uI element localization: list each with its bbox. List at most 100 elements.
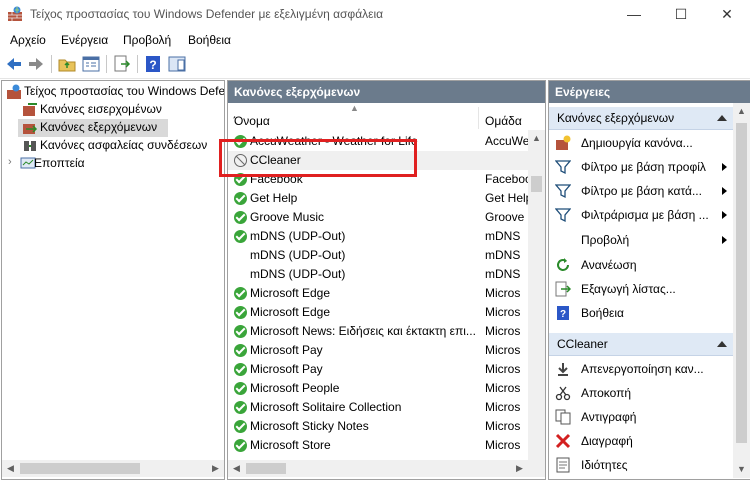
action-label: Αντιγραφή xyxy=(581,410,637,424)
toolbar: ? xyxy=(0,50,750,79)
help-icon[interactable]: ? xyxy=(143,54,163,74)
menu-action[interactable]: Ενέργεια xyxy=(61,33,108,47)
menu-view[interactable]: Προβολή xyxy=(123,33,171,47)
section-header-ccleaner[interactable]: CCleaner xyxy=(549,333,733,356)
help-icon: ? xyxy=(557,306,569,320)
action-filter-group[interactable]: Φιλτράρισμα με βάση ... xyxy=(549,203,733,227)
table-row[interactable]: mDNS (UDP-Out) mDNS xyxy=(228,246,528,265)
action-view[interactable]: Προβολή xyxy=(549,228,733,252)
action-label: Φίλτρο με βάση προφίλ xyxy=(581,160,706,174)
close-button[interactable]: ✕ xyxy=(704,0,750,28)
column-header-group[interactable]: Ομάδα xyxy=(479,107,529,129)
scroll-right-arrow-icon[interactable]: ▶ xyxy=(511,460,528,477)
svg-text:?: ? xyxy=(149,58,156,72)
show-hide-tree-icon[interactable] xyxy=(81,54,101,74)
scroll-left-arrow-icon[interactable]: ◀ xyxy=(228,460,245,477)
column-header-name[interactable]: Όνομα xyxy=(228,107,479,129)
rules-horizontal-scrollbar[interactable]: ◀ ▶ xyxy=(228,460,545,477)
collapse-caret-icon[interactable] xyxy=(717,115,727,121)
toolbar-separator xyxy=(106,55,107,73)
submenu-arrow-icon xyxy=(722,187,727,195)
scrollbar-thumb[interactable] xyxy=(531,176,542,192)
scroll-left-arrow-icon[interactable]: ◀ xyxy=(2,460,19,477)
rules-pane-title: Κανόνες εξερχόμενων xyxy=(234,85,361,99)
action-refresh[interactable]: Ανανέωση xyxy=(549,253,733,277)
rule-group: Micros xyxy=(485,343,521,357)
menu-help[interactable]: Βοήθεια xyxy=(188,33,231,47)
rule-name: Microsoft News: Ειδήσεις και έκτακτη επι… xyxy=(250,324,476,338)
maximize-button[interactable]: ☐ xyxy=(658,0,704,28)
action-label: Φίλτρο με βάση κατά... xyxy=(581,184,702,198)
rule-group: Get Help xyxy=(485,191,530,205)
table-row[interactable]: Groove Music Groove xyxy=(228,208,528,227)
table-row[interactable]: Microsoft Edge Micros xyxy=(228,303,528,322)
rules-vertical-scrollbar[interactable]: ▲ xyxy=(528,130,545,460)
copy-icon xyxy=(555,409,571,425)
rule-name: Microsoft Pay xyxy=(250,362,323,376)
action-export-list[interactable]: Εξαγωγή λίστας... xyxy=(549,277,733,301)
connection-security-icon xyxy=(24,141,36,151)
properties-icon xyxy=(556,457,570,473)
enabled-check-icon xyxy=(234,211,247,224)
scroll-right-arrow-icon[interactable]: ▶ xyxy=(207,460,224,477)
scroll-down-arrow-icon[interactable]: ▼ xyxy=(733,461,750,478)
tree-item-monitoring[interactable]: › Εποπτεία xyxy=(6,155,126,173)
enabled-check-icon xyxy=(234,363,247,376)
table-row[interactable]: Microsoft Solitaire Collection Micros xyxy=(228,398,528,417)
disable-icon xyxy=(558,363,568,376)
table-row[interactable]: Get Help Get Help xyxy=(228,189,530,208)
enabled-check-icon xyxy=(234,344,247,357)
back-arrow-icon[interactable] xyxy=(4,54,24,74)
toolbar-separator xyxy=(137,55,138,73)
table-row[interactable]: Microsoft Pay Micros xyxy=(228,360,528,379)
tree-root[interactable]: Τείχος προστασίας του Windows Defender xyxy=(2,83,224,101)
collapse-caret-icon[interactable] xyxy=(717,341,727,347)
tree-item-inbound-rules[interactable]: Κανόνες εισερχομένων xyxy=(18,101,208,119)
export-list-icon[interactable] xyxy=(112,54,132,74)
table-row[interactable]: mDNS (UDP-Out) mDNS xyxy=(228,265,528,284)
action-new-rule[interactable]: Δημιουργία κανόνα... xyxy=(549,131,733,155)
actions-vertical-scrollbar[interactable]: ▲ ▼ xyxy=(733,103,750,478)
export-icon xyxy=(555,281,571,297)
action-label: Αποκοπή xyxy=(581,386,632,400)
table-row[interactable]: mDNS (UDP-Out) mDNS xyxy=(228,227,528,246)
show-action-pane-icon[interactable] xyxy=(167,54,187,74)
action-filter-state[interactable]: Φίλτρο με βάση κατά... xyxy=(549,179,733,203)
scrollbar-thumb[interactable] xyxy=(246,463,286,474)
rule-group: mDNS xyxy=(485,248,521,262)
tree-horizontal-scrollbar[interactable]: ◀ ▶ xyxy=(2,460,224,477)
rule-name: Groove Music xyxy=(250,210,325,224)
action-cut[interactable]: Αποκοπή xyxy=(549,381,733,405)
table-row[interactable]: Microsoft Pay Micros xyxy=(228,341,528,360)
up-folder-icon[interactable] xyxy=(57,54,77,74)
table-row[interactable]: Microsoft Sticky Notes Micros xyxy=(228,417,528,436)
rule-group: AccuWe xyxy=(485,134,530,148)
minimize-button[interactable]: — xyxy=(611,0,657,28)
title-bar: Τείχος προστασίας του Windows Defender μ… xyxy=(0,0,750,28)
rule-name: Microsoft Store xyxy=(250,438,331,452)
action-disable-rule[interactable]: Απενεργοποίηση καν... xyxy=(549,357,733,381)
submenu-arrow-icon xyxy=(722,236,727,244)
scroll-up-arrow-icon[interactable]: ▲ xyxy=(528,130,545,147)
table-row[interactable]: Microsoft Store Micros xyxy=(228,436,528,455)
action-copy[interactable]: Αντιγραφή xyxy=(549,405,733,429)
enabled-check-icon xyxy=(234,192,247,205)
table-row[interactable]: Microsoft Edge Micros xyxy=(228,284,528,303)
rule-name: Microsoft Pay xyxy=(250,343,323,357)
table-row[interactable]: Microsoft People Micros xyxy=(228,379,528,398)
scrollbar-thumb[interactable] xyxy=(20,463,140,474)
action-help[interactable]: ? Βοήθεια xyxy=(549,301,733,325)
action-delete[interactable]: Διαγραφή xyxy=(549,429,733,453)
forward-arrow-icon[interactable] xyxy=(26,54,46,74)
tree-item-outbound-rules[interactable]: Κανόνες εξερχόμενων xyxy=(18,119,168,137)
action-properties[interactable]: Ιδιότητες xyxy=(549,453,733,477)
expand-chevron-icon[interactable]: › xyxy=(8,156,12,168)
section-header-outbound-rules[interactable]: Κανόνες εξερχόμενων xyxy=(549,107,733,130)
scrollbar-thumb[interactable] xyxy=(736,123,747,443)
menu-file[interactable]: Αρχείο xyxy=(10,33,46,47)
action-filter-profile[interactable]: Φίλτρο με βάση προφίλ xyxy=(549,155,733,179)
table-row[interactable]: Microsoft News: Ειδήσεις και έκτακτη επι… xyxy=(228,322,528,341)
tree-item-connection-security[interactable]: Κανόνες ασφαλείας συνδέσεων xyxy=(18,137,218,155)
scroll-up-arrow-icon[interactable]: ▲ xyxy=(733,103,750,120)
rule-name: Microsoft People xyxy=(250,381,340,395)
